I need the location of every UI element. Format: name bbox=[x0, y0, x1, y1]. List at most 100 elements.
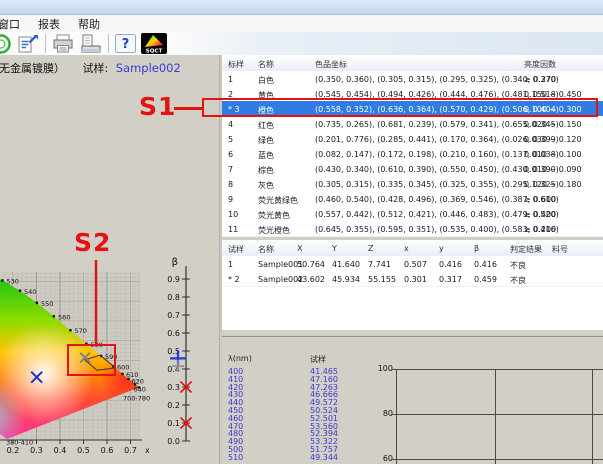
y-tick-100: 100 bbox=[371, 364, 393, 373]
col-Z: Z bbox=[368, 244, 373, 253]
table-row[interactable]: 5 绿色 (0.201, 0.776), (0.285, 0.441), (0.17… bbox=[222, 131, 603, 147]
table-row[interactable]: 10荧光黄色(0.557, 0.442), (0.512, 0.421), (0… bbox=[222, 206, 603, 222]
cell-x: 0.301 bbox=[404, 275, 427, 284]
table-row[interactable]: 8 灰色 (0.305, 0.315), (0.335, 0.345), (0.32… bbox=[222, 176, 603, 192]
cell-result: 不良 bbox=[510, 260, 526, 271]
cell-coords: (0.645, 0.355), (0.595, 0.351), (0.535, … bbox=[315, 225, 559, 234]
table-row[interactable]: 6蓝色(0.082, 0.147), (0.172, 0.198), (0.21… bbox=[222, 146, 603, 162]
cell-coords: (0.082, 0.147), (0.172, 0.198), (0.210, … bbox=[315, 150, 559, 159]
cell-id: 11 bbox=[228, 225, 238, 234]
cell-factor: ≥ 0.270 bbox=[524, 75, 556, 84]
svg-text:550: 550 bbox=[41, 300, 53, 308]
cell-name: 绿色 bbox=[258, 135, 274, 146]
col-Y: Y bbox=[332, 244, 337, 253]
svg-text:0.7: 0.7 bbox=[167, 311, 180, 320]
print-icon[interactable] bbox=[51, 33, 75, 55]
table-row[interactable]: * 2Sample00243.60245.93455.1550.3010.317… bbox=[222, 271, 603, 287]
col-part: 料号 bbox=[552, 244, 568, 255]
cell-result: 不良 bbox=[510, 275, 526, 286]
svg-text:0.3: 0.3 bbox=[167, 383, 180, 392]
samples-table: 试样 名称 X Y Z x y β 判定结果 料号 1Sample00150.7… bbox=[222, 240, 603, 330]
tool-bar: ? SQCT bbox=[0, 32, 603, 56]
print-preview-icon[interactable] bbox=[79, 33, 103, 55]
toolbar-separator bbox=[45, 34, 46, 53]
cell-id: * 2 bbox=[228, 275, 240, 284]
svg-text:530: 530 bbox=[7, 278, 19, 286]
cell-y: 0.416 bbox=[439, 260, 462, 269]
cell-id: 6 bbox=[228, 150, 233, 159]
cell-coords: (0.735, 0.265), (0.681, 0.239), (0.579, … bbox=[315, 120, 559, 129]
cell-name: 红色 bbox=[258, 120, 274, 131]
cell-name: 棕色 bbox=[258, 165, 274, 176]
svg-text:0.0: 0.0 bbox=[167, 437, 180, 446]
export-report-icon[interactable] bbox=[16, 33, 40, 55]
cell-id: 9 bbox=[228, 195, 233, 204]
cell-id: 10 bbox=[228, 210, 238, 219]
table-row[interactable]: 1白色(0.350, 0.360), (0.305, 0.315), (0.29… bbox=[222, 71, 603, 87]
cell-id: 1 bbox=[228, 260, 233, 269]
cell-y: 0.317 bbox=[439, 275, 462, 284]
sqct-icon[interactable]: SQCT bbox=[141, 33, 167, 55]
measure-icon[interactable] bbox=[0, 33, 12, 55]
standards-table-header: 标样 名称 色品坐标 亮度因数 bbox=[222, 55, 603, 72]
title-bar[interactable] bbox=[0, 0, 603, 15]
svg-text:?: ? bbox=[122, 37, 130, 52]
menu-window[interactable]: 窗口 bbox=[0, 16, 29, 32]
col-x: x bbox=[404, 244, 409, 253]
annotation-s2: S2 bbox=[74, 228, 111, 257]
svg-text:SQCT: SQCT bbox=[146, 48, 163, 54]
chromaticity-diagram: 530 540 550 560 570 580 590 600 610 620 … bbox=[0, 248, 222, 464]
cell-X: 50.764 bbox=[297, 260, 325, 269]
cell-coords: (0.201, 0.776), (0.285, 0.441), (0.170, … bbox=[315, 135, 559, 144]
svg-text:560: 560 bbox=[58, 313, 70, 321]
svg-text:0.3: 0.3 bbox=[30, 446, 43, 455]
cell-coords: (0.460, 0.540), (0.428, 0.496), (0.369, … bbox=[315, 195, 559, 204]
sample-header-row: （无金属镀膜） 试样: Sample002 bbox=[0, 60, 181, 76]
cell-factor: 0.010 ~ 0.090 bbox=[524, 165, 582, 174]
table-row[interactable]: 11荧光橙色(0.645, 0.355), (0.595, 0.351), (0… bbox=[222, 221, 603, 237]
svg-text:0.4: 0.4 bbox=[54, 446, 67, 455]
table-row[interactable]: 4 红色 (0.735, 0.265), (0.681, 0.239), (0.57… bbox=[222, 116, 603, 132]
coating-label: （无金属镀膜） bbox=[0, 62, 65, 75]
spectral-panel: λ(nm) 试样 40041.465 41047.160 42047.263 4… bbox=[222, 336, 603, 464]
menu-report[interactable]: 报表 bbox=[29, 16, 69, 32]
cell-id: 4 bbox=[228, 120, 233, 129]
cell-id: 5 bbox=[228, 135, 233, 144]
svg-text:540: 540 bbox=[24, 288, 36, 296]
col-y: y bbox=[439, 244, 444, 253]
cell-coords: (0.305, 0.315), (0.335, 0.345), (0.325, … bbox=[315, 180, 559, 189]
menu-help[interactable]: 帮助 bbox=[69, 16, 109, 32]
s1-highlight-box bbox=[202, 98, 598, 117]
cell-factor: ≥ 0.600 bbox=[524, 195, 556, 204]
cell-Z: 7.741 bbox=[368, 260, 391, 269]
svg-text:640: 640 bbox=[134, 386, 146, 394]
cell-id: 1 bbox=[228, 75, 233, 84]
col-result: 判定结果 bbox=[510, 244, 542, 255]
x-axis-label: x bbox=[145, 446, 150, 455]
menu-bar: 窗口 报表 帮助 bbox=[0, 15, 603, 32]
cell-coords: (0.430, 0.340), (0.610, 0.390), (0.550, … bbox=[315, 165, 559, 174]
wavelength-header: λ(nm) bbox=[228, 354, 252, 363]
col-X: X bbox=[297, 244, 302, 253]
beta-axis-label: β bbox=[172, 257, 178, 268]
table-row[interactable]: 1Sample00150.76441.6407.7410.5070.4160.4… bbox=[222, 256, 603, 272]
svg-text:700-780: 700-780 bbox=[123, 395, 150, 403]
table-row[interactable]: 9荧光黄绿色(0.460, 0.540), (0.428, 0.496), (0… bbox=[222, 191, 603, 207]
cell-name: 灰色 bbox=[258, 180, 274, 191]
cell-name: 白色 bbox=[258, 75, 274, 86]
svg-text:0.9: 0.9 bbox=[167, 275, 180, 284]
cell-beta: 0.416 bbox=[474, 260, 497, 269]
svg-text:0.6: 0.6 bbox=[167, 329, 180, 338]
cell-factor: 0.020 ~ 0.150 bbox=[524, 120, 582, 129]
col-standard: 标样 bbox=[228, 59, 244, 70]
cell-name: 荧光黄色 bbox=[258, 210, 290, 221]
table-row[interactable]: 7棕色(0.430, 0.340), (0.610, 0.390), (0.55… bbox=[222, 161, 603, 177]
cell-factor: 0.010 ~ 0.100 bbox=[524, 150, 582, 159]
svg-text:0.8: 0.8 bbox=[167, 293, 180, 302]
cell-id: 8 bbox=[228, 180, 233, 189]
s1-leader-line bbox=[174, 107, 202, 110]
left-panel: （无金属镀膜） 试样: Sample002 bbox=[0, 55, 219, 464]
help-icon[interactable]: ? bbox=[114, 33, 137, 55]
y-tick-80: 80 bbox=[371, 409, 393, 418]
svg-text:0.6: 0.6 bbox=[101, 446, 114, 455]
